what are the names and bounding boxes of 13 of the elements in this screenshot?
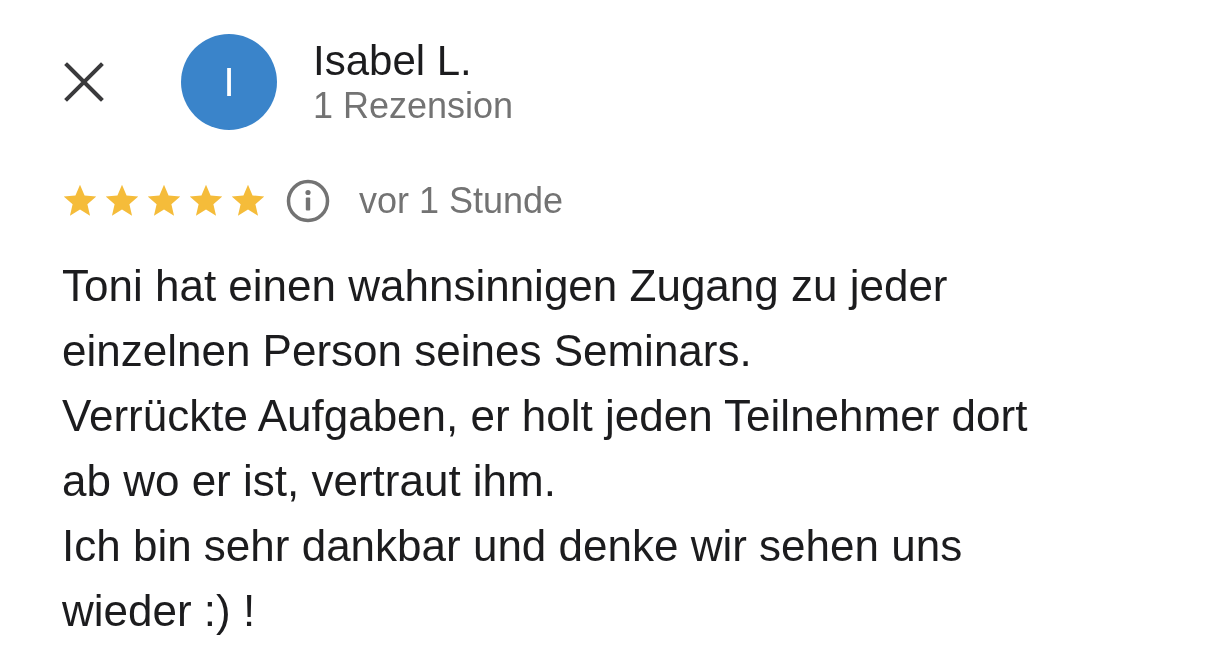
info-icon[interactable] bbox=[286, 179, 330, 223]
review-time: vor 1 Stunde bbox=[359, 180, 564, 222]
star-filled-icon bbox=[230, 184, 266, 218]
avatar: I bbox=[181, 34, 277, 130]
star-filled-icon bbox=[104, 184, 140, 218]
star-filled-icon bbox=[146, 184, 182, 218]
review-text: Toni hat einen wahnsinnigen Zugang zu jeder einzelnen Person seines Seminars. Verrückte Aufgaben, er holt jeden Teilnehmer dort ab wo er ist, vertraut ihm. Ich bin sehr dankbar und denke wir sehen uns wieder :) ! bbox=[62, 260, 1029, 637]
close-button[interactable] bbox=[62, 60, 106, 104]
close-icon bbox=[63, 62, 105, 102]
star-filled-icon bbox=[188, 184, 224, 218]
star-filled-icon bbox=[62, 184, 98, 218]
reviewer-name[interactable]: Isabel L. bbox=[313, 37, 514, 85]
review-count: 1 Rezension bbox=[313, 85, 514, 127]
